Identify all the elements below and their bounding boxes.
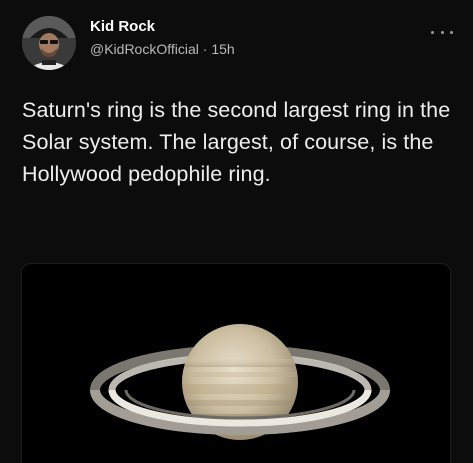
author-info: Kid Rock @KidRockOfficial · 15h (90, 18, 235, 58)
meta-separator: · (202, 41, 208, 57)
author-meta: @KidRockOfficial · 15h (90, 41, 235, 58)
post-text: Saturn's ring is the second largest ring… (22, 98, 451, 186)
author-handle[interactable]: @KidRockOfficial (90, 41, 199, 57)
post-timestamp[interactable]: 15h (211, 41, 234, 57)
more-horizontal-icon[interactable] (431, 27, 453, 37)
avatar[interactable] (22, 16, 76, 70)
author-display-name[interactable]: Kid Rock (90, 18, 235, 36)
post-image[interactable] (21, 263, 451, 463)
post-card: Kid Rock @KidRockOfficial · 15h Saturn's… (0, 0, 473, 463)
saturn-image (22, 264, 450, 463)
